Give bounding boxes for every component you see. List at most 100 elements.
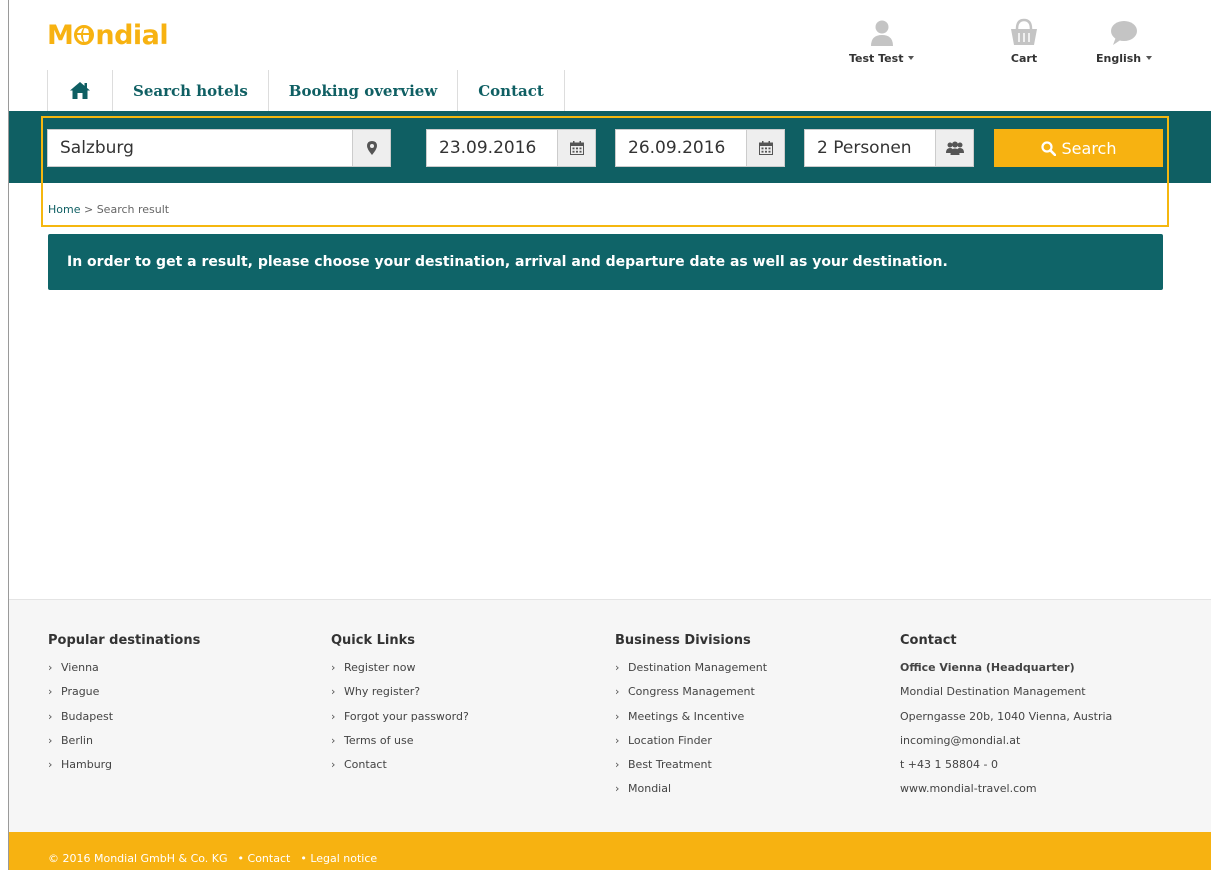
chevron-right-icon: › <box>615 733 620 747</box>
contact-email[interactable]: incoming@mondial.at <box>900 729 1112 753</box>
footer-link[interactable]: › Why register? <box>331 680 469 704</box>
main-nav: Search hotels Booking overview Contact <box>47 70 565 111</box>
footer-heading: Contact <box>900 633 957 648</box>
basket-icon <box>1011 18 1037 45</box>
arrival-calendar-button[interactable] <box>557 130 595 166</box>
footer-link[interactable]: › Congress Management <box>615 680 767 704</box>
footer-link[interactable]: › Prague <box>48 680 200 704</box>
footer-link-label: Why register? <box>344 685 421 699</box>
contact-address: Operngasse 20b, 1040 Vienna, Austria <box>900 709 1113 723</box>
logo-text-start: M <box>47 20 74 51</box>
destination-field[interactable]: Salzburg <box>47 129 391 167</box>
footer-link[interactable]: › Register now <box>331 656 469 680</box>
footer-link-label: Contact <box>344 758 387 772</box>
bottom-contact-link[interactable]: • Contact <box>238 852 291 865</box>
footer-heading: Popular destinations <box>48 633 201 648</box>
logo-text-end: ndial <box>95 20 169 51</box>
nav-search-hotels[interactable]: Search hotels <box>112 70 268 111</box>
footer-link[interactable]: › Mondial <box>615 777 767 801</box>
footer-heading: Quick Links <box>331 633 416 648</box>
calendar-icon <box>758 141 773 155</box>
footer-link[interactable]: › Berlin <box>48 729 200 753</box>
chevron-right-icon: › <box>48 758 53 772</box>
result-notice: In order to get a result, please choose … <box>48 234 1163 290</box>
breadcrumb-home[interactable]: Home <box>48 203 80 216</box>
persons-button[interactable] <box>935 130 973 166</box>
legal-notice-link[interactable]: • Legal notice <box>300 852 377 865</box>
footer-quick-links: Quick Links › Register now › Why register?… <box>331 633 469 777</box>
mondial-logo[interactable]: Mndial <box>47 20 169 51</box>
copyright-text: © 2016 Mondial GmbH & Co. KG <box>48 851 228 865</box>
user-name: Test Test <box>849 52 904 65</box>
destination-input[interactable]: Salzburg <box>48 138 352 158</box>
nav-booking-overview[interactable]: Booking overview <box>267 70 457 111</box>
footer-link-label: Prague <box>61 685 100 699</box>
chevron-right-icon: › <box>331 733 336 747</box>
arrival-date-field[interactable]: 23.09.2016 <box>426 129 596 167</box>
footer-link-label: Mondial <box>628 782 672 796</box>
arrival-date-input[interactable]: 23.09.2016 <box>427 138 557 158</box>
footer-link[interactable]: › Best Treatment <box>615 753 767 777</box>
chevron-right-icon: › <box>615 661 620 674</box>
chevron-right-icon: › <box>48 709 53 723</box>
chevron-right-icon: › <box>48 661 53 674</box>
chevron-right-icon: › <box>331 758 336 772</box>
nav-home[interactable] <box>47 70 112 111</box>
chevron-right-icon: › <box>48 733 53 747</box>
footer-link[interactable]: › Contact <box>331 753 469 777</box>
footer-popular-destinations: Popular destinations › Vienna › Prague › Bu… <box>48 633 200 777</box>
destination-marker-button[interactable] <box>352 130 390 166</box>
search-button[interactable]: Search <box>994 129 1163 167</box>
chevron-right-icon: › <box>331 661 336 674</box>
footer-link-label: Best Treatment <box>628 758 712 772</box>
calendar-icon <box>569 141 584 155</box>
contact-website[interactable]: www.mondial-travel.com <box>900 777 1112 801</box>
chevron-right-icon: › <box>48 685 53 699</box>
user-menu[interactable]: Test Test <box>849 18 915 65</box>
group-icon <box>945 141 964 155</box>
caret-down-icon <box>1146 56 1153 60</box>
persons-field[interactable]: 2 Personen <box>804 129 974 167</box>
footer-link-label: Forgot your password? <box>344 709 469 723</box>
breadcrumb: Home > Search result <box>48 203 169 216</box>
footer-link[interactable]: › Vienna <box>48 656 200 680</box>
chevron-right-icon: › <box>331 685 336 699</box>
cart-label: Cart <box>1010 52 1038 65</box>
departure-calendar-button[interactable] <box>746 130 784 166</box>
chevron-right-icon: › <box>615 685 620 699</box>
chevron-right-icon: › <box>615 758 620 772</box>
footer-link-label: Destination Management <box>628 661 768 674</box>
caret-down-icon <box>908 56 915 60</box>
footer-link[interactable]: › Location Finder <box>615 729 767 753</box>
search-icon <box>1040 140 1056 156</box>
persons-input[interactable]: 2 Personen <box>805 138 935 158</box>
nav-contact[interactable]: Contact <box>457 70 565 111</box>
footer-link-label: Congress Management <box>628 685 755 699</box>
page-frame: Mndial Search hotels Booking overview Co… <box>8 0 1211 870</box>
footer-link-label: Location Finder <box>628 733 712 747</box>
footer-link[interactable]: › Forgot your password? <box>331 705 469 729</box>
search-bar: Salzburg 23.09.2016 26.09.2016 2 Persone… <box>9 111 1211 183</box>
contact-office: Office Vienna (Headquarter) <box>900 661 1075 674</box>
bottom-bar: © 2016 Mondial GmbH & Co. KG • Contact •… <box>9 832 1211 870</box>
footer-link-label: Vienna <box>61 661 99 674</box>
footer-link[interactable]: › Destination Management <box>615 656 767 680</box>
departure-date-field[interactable]: 26.09.2016 <box>615 129 785 167</box>
language-menu[interactable]: English <box>1096 18 1153 65</box>
globe-icon <box>74 25 95 45</box>
footer-link[interactable]: › Meetings & Incentive <box>615 705 767 729</box>
user-icon <box>870 20 893 46</box>
departure-date-input[interactable]: 26.09.2016 <box>616 138 746 158</box>
footer-link-label: Meetings & Incentive <box>628 709 745 723</box>
footer-link[interactable]: › Terms of use <box>331 729 469 753</box>
footer-link-label: Register now <box>344 661 416 674</box>
speech-bubble-icon <box>1111 21 1138 45</box>
breadcrumb-current: Search result <box>96 203 170 216</box>
footer-link[interactable]: › Hamburg <box>48 753 200 777</box>
map-marker-icon <box>366 141 377 155</box>
cart-link[interactable]: Cart <box>1009 18 1039 65</box>
chevron-right-icon: › <box>331 709 336 723</box>
home-icon <box>70 82 90 99</box>
footer-link-label: Berlin <box>61 733 93 747</box>
footer-link[interactable]: › Budapest <box>48 705 200 729</box>
